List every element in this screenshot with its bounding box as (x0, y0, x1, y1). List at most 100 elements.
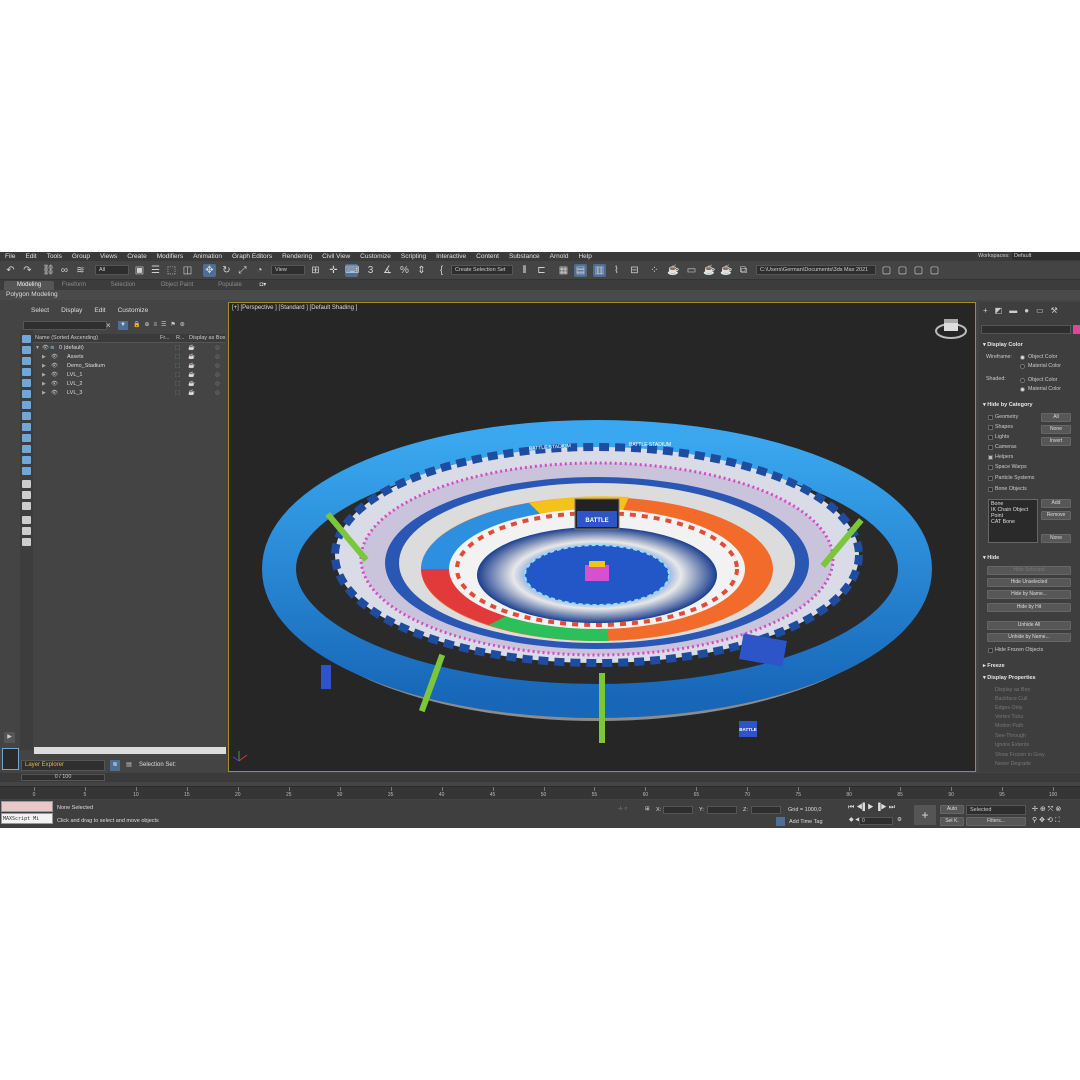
scene-menu-customize[interactable]: Customize (112, 307, 155, 316)
layer-row[interactable]: ▼ 👁 ≋ 0 (default) ⬚ ☕ ◎ (33, 344, 225, 353)
material-editor-icon[interactable]: ⁘ (648, 264, 661, 277)
project-folder-dropdown[interactable]: C:\Users\German\Documents\3ds Max 2021 (756, 265, 876, 275)
polygon-modeling-panel[interactable]: Polygon Modeling (6, 291, 58, 298)
render-in-cloud-icon[interactable]: ⧉ (737, 264, 750, 277)
schematic-view-icon[interactable]: ⊟ (628, 264, 641, 277)
ribbon-options-icon[interactable]: ◘▾ (256, 281, 270, 290)
list-remove-button[interactable]: Remove (1041, 511, 1071, 520)
eye-icon[interactable]: 👁 (51, 371, 58, 380)
select-by-name-icon[interactable]: ☰ (149, 264, 162, 277)
display-containers-icon[interactable] (22, 445, 31, 453)
render-icon[interactable]: ☕ (188, 371, 195, 380)
invert-display-icon[interactable] (22, 502, 31, 510)
display-cameras-icon[interactable] (22, 379, 31, 387)
display-xrefs-icon[interactable] (22, 423, 31, 431)
menu-substance[interactable]: Substance (504, 253, 545, 260)
current-frame-field[interactable]: 0 (859, 817, 893, 825)
unhide-by-name-button[interactable]: Unhide by Name... (987, 633, 1071, 642)
select-place-icon[interactable]: ◔ (253, 264, 266, 277)
render-icon[interactable]: ☕ (188, 362, 195, 371)
category-all-button[interactable]: All (1041, 413, 1071, 422)
isolate-selection-icon[interactable]: ⊹ ○ (618, 806, 627, 812)
frozen-icon[interactable]: ⬚ (175, 344, 180, 353)
display-none-toggle-icon[interactable] (22, 491, 31, 499)
box-icon[interactable]: ◎ (215, 362, 220, 371)
tab-selection[interactable]: Selection (100, 281, 146, 290)
menu-arnold[interactable]: Arnold (545, 253, 574, 260)
menu-group[interactable]: Group (67, 253, 95, 260)
layer-row[interactable]: ▶ 👁 Demo_Stadium ⬚ ☕ ◎ (33, 362, 225, 371)
select-children-icon[interactable] (22, 538, 31, 546)
frozen-icon[interactable]: ⬚ (175, 371, 180, 380)
menu-modifiers[interactable]: Modifiers (152, 253, 188, 260)
menu-scripting[interactable]: Scripting (396, 253, 431, 260)
render-setup-icon[interactable]: ☕ (667, 264, 680, 277)
key-filter-dropdown[interactable]: Selected (966, 805, 1026, 815)
expand-panel-icon[interactable]: ▶ (4, 732, 15, 743)
geometry-checkbox[interactable] (988, 415, 993, 420)
eye-icon[interactable]: 👁 (51, 362, 58, 371)
see-through-label[interactable]: See-Through (995, 733, 1026, 739)
named-selection-sets-dropdown[interactable]: Create Selection Set (451, 265, 513, 275)
scene-explorer-toggle-icon[interactable] (2, 748, 19, 770)
menu-file[interactable]: File (0, 253, 20, 260)
tab-modeling[interactable]: Modeling (4, 281, 54, 290)
render-production-icon[interactable]: ☕ (703, 264, 716, 277)
time-slider[interactable]: 0 / 100 (21, 774, 105, 781)
space-warps-checkbox[interactable] (988, 465, 993, 470)
layer-row[interactable]: ▶ 👁 LVL_3 ⬚ ☕ ◎ (33, 389, 225, 398)
layer-stack-icon[interactable]: ≋ (110, 760, 120, 771)
render-icon[interactable]: ☕ (188, 380, 195, 389)
box-icon[interactable]: ◎ (215, 380, 220, 389)
display-hidden-icon[interactable] (22, 467, 31, 475)
column-render[interactable]: R... (176, 335, 185, 341)
list-item[interactable]: CAT Bone (991, 519, 1015, 525)
particle-systems-checkbox[interactable] (988, 476, 993, 481)
display-lights-icon[interactable] (22, 368, 31, 376)
asset-tracking-icon[interactable]: ▢ (928, 264, 941, 277)
lock-cell-editing-icon[interactable] (22, 516, 31, 524)
expand-icon[interactable]: ▶ (42, 389, 46, 398)
cameras-checkbox[interactable] (988, 445, 993, 450)
z-coordinate-field[interactable] (751, 806, 781, 814)
unhide-all-button[interactable]: Unhide All (987, 621, 1071, 630)
layer-explorer-dropdown[interactable]: Layer Explorer (21, 760, 105, 771)
expand-icon[interactable]: ▼ (35, 344, 40, 353)
wireframe-object-color-radio[interactable] (1020, 355, 1025, 360)
backface-cull-label[interactable]: Backface Cull (995, 696, 1027, 702)
shaded-object-color-radio[interactable] (1020, 378, 1025, 383)
box-icon[interactable]: ◎ (215, 353, 220, 362)
frozen-icon[interactable]: ⬚ (175, 380, 180, 389)
column-display-as-box[interactable]: Display as Box (189, 335, 225, 341)
menu-customize[interactable]: Customize (355, 253, 396, 260)
rect-selection-icon[interactable]: ⬚ (165, 264, 178, 277)
spinner-snap-icon[interactable]: ⇕ (415, 264, 428, 277)
align-icon[interactable]: ⊏ (535, 264, 548, 277)
select-object-icon[interactable]: ▣ (133, 264, 146, 277)
select-move-icon[interactable]: ✥ (203, 264, 216, 277)
render-icon[interactable]: ☕ (188, 389, 195, 398)
toggle-ribbon-icon[interactable]: ▥ (593, 264, 606, 277)
menu-edit[interactable]: Edit (20, 253, 41, 260)
show-frozen-in-gray-label[interactable]: Show Frozen in Gray (995, 752, 1045, 758)
render-icon[interactable]: ☕ (188, 344, 195, 353)
pivot-center-icon[interactable]: ⊞ (309, 264, 322, 277)
playback-controls[interactable]: ⏮ ◀▌▶ ▐▶ ⏭ (848, 804, 895, 812)
workspaces-dropdown[interactable]: Default (1012, 252, 1080, 260)
window-crossing-icon[interactable]: ◫ (181, 264, 194, 277)
toggle-layer-explorer-icon[interactable]: ▤ (574, 264, 587, 277)
select-scale-icon[interactable]: ⤢ (236, 264, 249, 277)
menu-interactive[interactable]: Interactive (431, 253, 471, 260)
rollout-display-color[interactable]: ▾ Display Color (983, 342, 1023, 348)
column-frozen[interactable]: Fr... (160, 335, 169, 341)
box-icon[interactable]: ◎ (215, 344, 220, 353)
scene-search-field[interactable] (23, 321, 107, 330)
rollout-hide-by-category[interactable]: ▾ Hide by Category (983, 402, 1033, 408)
helpers-checkbox[interactable] (988, 455, 993, 460)
layers-toggle-icon[interactable]: ▤ (124, 760, 134, 771)
select-rotate-icon[interactable]: ↻ (220, 264, 233, 277)
time-configuration-icon[interactable]: ⚙ (897, 817, 902, 823)
command-panel-tabs[interactable]: +◩▬●▭⚒ (983, 306, 1078, 316)
display-spacewarps-icon[interactable] (22, 401, 31, 409)
hide-unselected-button[interactable]: Hide Unselected (987, 578, 1071, 587)
